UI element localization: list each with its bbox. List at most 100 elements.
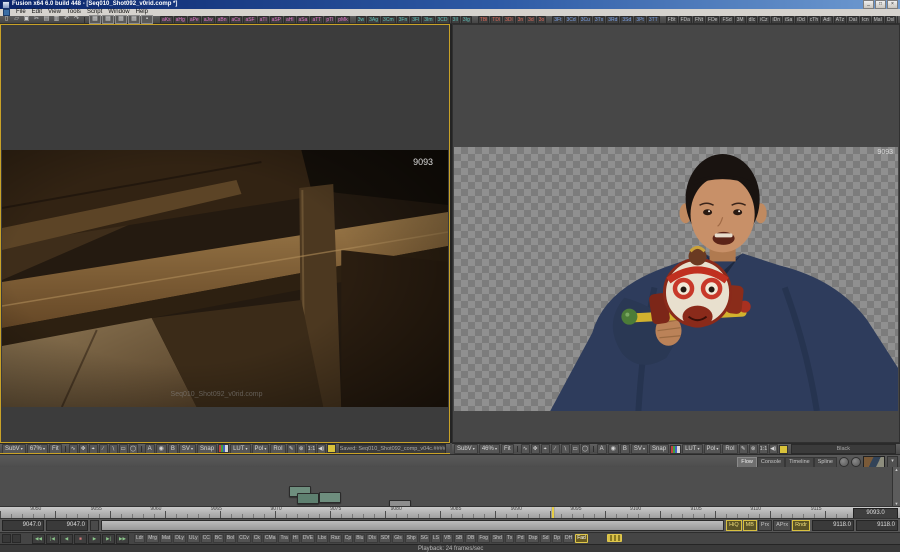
zoom-level-dropdown[interactable]: 67% (27, 444, 48, 454)
macro-chip[interactable]: 3Cu (579, 16, 592, 24)
macro-chip[interactable]: aPe (188, 16, 201, 24)
line-guide-icon[interactable]: ∕ (99, 444, 108, 454)
macro-chip[interactable]: aHl (284, 16, 296, 24)
render-start-field[interactable]: 9047.0 (46, 520, 88, 531)
zoom-level-dropdown[interactable]: 46% (479, 444, 500, 454)
annotate-icon[interactable]: ✎ (287, 444, 296, 454)
macro-chip[interactable]: AdI (821, 16, 833, 24)
step-back-button[interactable]: |◀ (46, 534, 59, 544)
tool-chip[interactable]: Fad (575, 534, 588, 543)
macro-chip[interactable]: 3d (526, 16, 536, 24)
macro-chip[interactable]: 3Cd (565, 16, 578, 24)
waveform-icon[interactable]: ∿ (521, 444, 530, 454)
undo-icon[interactable]: ↶ (62, 16, 71, 23)
stop-button[interactable]: ■ (74, 534, 87, 544)
tiny-toggle-2[interactable] (12, 534, 21, 543)
lut-dropdown[interactable]: LUT (230, 444, 250, 454)
macro-chip[interactable]: FDa (679, 16, 692, 24)
tool-chip[interactable]: Shd (491, 534, 504, 543)
macro-chip[interactable]: cTh (808, 16, 820, 24)
playhead[interactable] (552, 507, 554, 518)
macro-chip[interactable]: dIc (747, 16, 758, 24)
macro-chip[interactable]: 3Fn (397, 16, 410, 24)
global-start-field[interactable]: 9047.0 (2, 520, 44, 531)
macro-chip[interactable]: 3w (356, 16, 366, 24)
macro-chip[interactable]: 3Fl (410, 16, 421, 24)
angle-guide-icon[interactable]: ∖ (561, 444, 570, 454)
tool-chip[interactable]: DVE (301, 534, 315, 543)
circle-region-icon[interactable]: ◯ (581, 444, 590, 454)
macro-chip[interactable]: 3n (516, 16, 526, 24)
grid-snap-icon[interactable] (839, 457, 849, 467)
time-ruler[interactable]: 9050905590609065907090759080908590909095… (0, 506, 900, 518)
macro-chip[interactable]: 3Dl (503, 16, 515, 24)
macro-chip[interactable]: iDd (795, 16, 807, 24)
layout-4-button[interactable]: ▦ (128, 15, 140, 24)
copy-icon[interactable]: ▤ (42, 16, 51, 23)
menu-item[interactable]: View (48, 9, 61, 16)
cut-icon[interactable]: ✂ (32, 16, 41, 23)
color-swatch[interactable] (327, 444, 336, 453)
tool-chip[interactable]: LS (431, 534, 441, 543)
tool-chip[interactable]: Pd (515, 534, 525, 543)
panel-tab[interactable]: Flow (737, 457, 757, 468)
range-slider[interactable] (101, 520, 724, 531)
play-reverse-button[interactable]: ◀ (60, 534, 73, 544)
paste-icon[interactable]: ▥ (52, 16, 61, 23)
step-forward-button[interactable]: ▶| (102, 534, 115, 544)
tool-chip[interactable]: VB (442, 534, 453, 543)
polyline-dropdown[interactable]: Pol (252, 444, 270, 454)
macro-chip[interactable]: 3Rd (606, 16, 619, 24)
macro-chip[interactable]: 3Sd (620, 16, 633, 24)
open-comp-icon[interactable]: ▱ (12, 16, 21, 23)
rect-region-icon[interactable]: ▭ (571, 444, 580, 454)
fit-button[interactable]: Fit (49, 444, 62, 454)
layout-1-button[interactable]: ▦ (89, 15, 101, 24)
roi-button[interactable]: RoI (722, 444, 737, 454)
buffer-a-button[interactable]: A (597, 444, 607, 454)
subview-toggle[interactable]: SV (631, 444, 648, 454)
quality-button[interactable]: HiQ (726, 520, 741, 531)
tool-chip[interactable]: Rsz (329, 534, 342, 543)
macro-chip[interactable]: 3CD (436, 16, 450, 24)
quality-button[interactable]: Prx (758, 520, 772, 531)
angle-guide-icon[interactable]: ∖ (109, 444, 118, 454)
tool-chip[interactable]: DIs (366, 534, 378, 543)
buffer-b-button[interactable]: B (168, 444, 178, 454)
global-end-field[interactable]: 9118.0 (856, 520, 898, 531)
macro-chip[interactable]: 3TT (647, 16, 660, 24)
fit-button[interactable]: Fit (501, 444, 514, 454)
tool-chip[interactable]: Fog (477, 534, 490, 543)
circle-region-icon[interactable]: ◯ (129, 444, 138, 454)
tool-chip[interactable]: Dp (552, 534, 562, 543)
tiny-toggle-1[interactable] (2, 534, 11, 543)
flow-node[interactable] (319, 492, 341, 503)
menu-item[interactable]: Tools (67, 9, 81, 16)
macro-chip[interactable]: aBn (216, 16, 229, 24)
layout-2-button[interactable]: ▦ (102, 15, 114, 24)
clear-buffer-icon[interactable]: ⊗ (749, 444, 758, 454)
channel-rgb-icon[interactable] (218, 444, 229, 453)
close-button[interactable]: × (887, 0, 898, 9)
macro-chip[interactable]: 3Cm (381, 16, 396, 24)
tool-chip[interactable]: Bol (225, 534, 236, 543)
macro-chip[interactable]: aSF (243, 16, 256, 24)
tool-chip[interactable]: Tra (278, 534, 289, 543)
macro-chip[interactable]: pMk (336, 16, 349, 24)
tool-chip[interactable]: SDf (379, 534, 391, 543)
layout-5-button[interactable]: ▪ (141, 15, 153, 24)
tool-chip[interactable]: DB (465, 534, 476, 543)
lut-dropdown[interactable]: LUT (682, 444, 702, 454)
tool-chip[interactable]: Ck (252, 534, 262, 543)
macro-chip[interactable]: aTl (258, 16, 269, 24)
quality-button[interactable]: MB (743, 520, 757, 531)
macro-chip[interactable]: 3o (537, 16, 547, 24)
macro-chip[interactable]: pTl (324, 16, 335, 24)
tool-chip[interactable]: Tx (505, 534, 515, 543)
macro-chip[interactable]: ATz (834, 16, 847, 24)
macro-chip[interactable]: 3Il (451, 16, 460, 24)
macro-chip[interactable]: DaI (847, 16, 859, 24)
tool-chip[interactable]: CCv (237, 534, 251, 543)
subview-dropdown[interactable]: SubV (2, 444, 26, 454)
panel-tab[interactable]: Timeline (785, 457, 814, 468)
